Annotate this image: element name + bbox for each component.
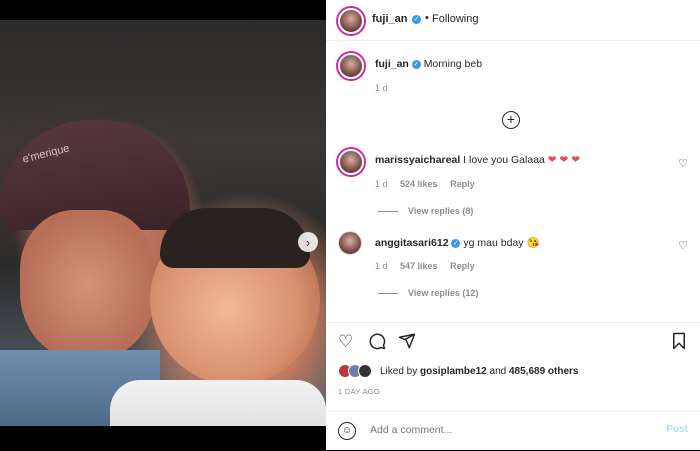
comment-meta: 1 d 524 likes Reply <box>375 179 485 189</box>
add-comment-input[interactable] <box>368 423 632 437</box>
comments-list[interactable]: fuji_an ✓ Morning beb 1 d + marissyaicha… <box>326 41 700 321</box>
caption-body: Morning beb <box>423 58 483 70</box>
comment-avatar[interactable] <box>338 231 362 255</box>
view-replies-button[interactable]: View replies (8) <box>378 206 473 216</box>
following-button[interactable]: Following <box>432 13 478 25</box>
actions-divider <box>326 322 700 323</box>
action-bar: ♡ <box>326 330 700 356</box>
likes-middle: and <box>489 366 507 377</box>
verified-badge-icon: ✓ <box>411 59 421 69</box>
view-replies-label: View replies (12) <box>408 288 479 298</box>
replies-line <box>378 293 398 295</box>
post-header: fuji_an ✓ • Following <box>326 0 700 41</box>
post-modal: e'merique › fuji_an ✓ • Following fuji_a… <box>0 0 700 450</box>
comment-age: 1 d <box>375 179 388 189</box>
replies-line <box>378 211 398 213</box>
comment-meta: 1 d 547 likes Reply <box>375 261 485 271</box>
comment-body: I love you Galaaa <box>463 154 545 166</box>
caption-text: fuji_an ✓ Morning beb <box>375 58 482 70</box>
comment-emoji: ❤ ❤ ❤ <box>547 154 581 166</box>
reply-button[interactable]: Reply <box>450 261 475 271</box>
photo-baby-shirt <box>110 380 326 426</box>
bookmark-icon[interactable] <box>671 332 687 355</box>
liker-username[interactable]: gosiplambe12 <box>420 366 487 377</box>
comment-age: 1 d <box>375 261 388 271</box>
caption-avatar[interactable] <box>338 53 364 79</box>
liker-avatar <box>358 364 372 378</box>
emoji-icon[interactable]: ☺ <box>338 422 356 440</box>
author-username[interactable]: fuji_an <box>372 13 407 25</box>
comment-username[interactable]: anggitasari612 <box>375 237 449 249</box>
likes-count[interactable]: 485,689 others <box>509 366 579 377</box>
view-replies-label: View replies (8) <box>408 206 474 216</box>
post-photo[interactable]: e'merique › <box>0 20 326 426</box>
photo-baby-hair <box>160 208 310 268</box>
add-comment-bar: ☺ Post <box>326 411 700 451</box>
caption-meta: 1 d <box>375 83 398 93</box>
load-more-comments-button[interactable]: + <box>502 111 520 129</box>
comment-like-icon[interactable]: ♡ <box>678 239 688 252</box>
header-separator: • <box>425 12 429 24</box>
post-date[interactable]: 1 DAY AGO <box>338 387 380 396</box>
post-side-panel: fuji_an ✓ • Following fuji_an ✓ Morning … <box>326 0 700 450</box>
reply-button[interactable]: Reply <box>450 179 475 189</box>
share-icon[interactable] <box>398 332 416 355</box>
likes-summary: Liked by gosiplambe12 and 485,689 others <box>338 362 698 380</box>
comment-avatar[interactable] <box>338 149 364 175</box>
next-photo-button[interactable]: › <box>298 232 318 252</box>
chevron-right-icon: › <box>305 234 311 250</box>
comment-username[interactable]: marissyaichareal <box>375 154 460 166</box>
comment-text: marissyaichareal I love you Galaaa ❤ ❤ ❤ <box>375 154 580 166</box>
photo-face-woman <box>20 210 155 360</box>
verified-badge-icon: ✓ <box>451 238 461 248</box>
view-replies-button[interactable]: View replies (12) <box>378 288 478 298</box>
verified-badge-icon: ✓ <box>412 15 421 24</box>
comment-body: yg mau bday <box>463 237 524 249</box>
caption-age: 1 d <box>375 83 388 93</box>
comment-icon[interactable] <box>368 332 386 355</box>
likes-text: Liked by gosiplambe12 and 485,689 others <box>380 366 578 377</box>
comment-like-icon[interactable]: ♡ <box>678 157 688 170</box>
comment-likes[interactable]: 547 likes <box>400 261 438 271</box>
heart-icon[interactable]: ♡ <box>338 332 353 352</box>
comment-text: anggitasari612 ✓ yg mau bday 😘 <box>375 236 540 249</box>
comment-likes[interactable]: 524 likes <box>400 179 438 189</box>
caption-username[interactable]: fuji_an <box>375 58 409 70</box>
author-avatar[interactable] <box>338 8 364 34</box>
likes-prefix: Liked by <box>380 366 418 377</box>
comment-emoji: 😘 <box>526 237 540 249</box>
post-comment-button[interactable]: Post <box>666 424 688 435</box>
